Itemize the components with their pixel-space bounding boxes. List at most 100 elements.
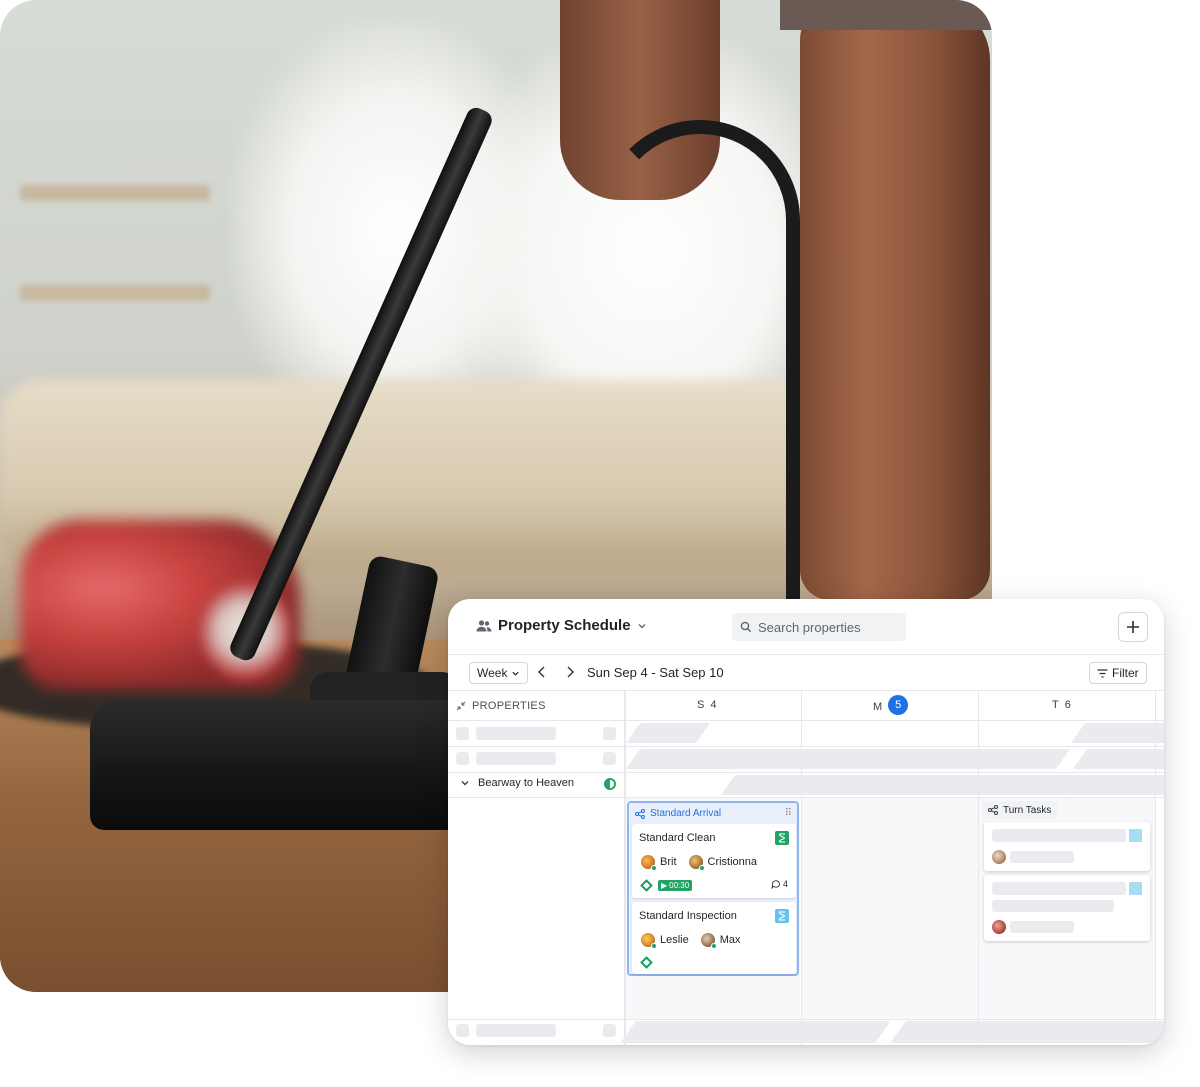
day-date: 4	[710, 699, 717, 711]
plus-icon	[1127, 621, 1139, 633]
properties-header-label: PROPERTIES	[472, 700, 546, 712]
placeholder-title	[992, 829, 1126, 842]
drag-handle-icon[interactable]: ⠿	[785, 808, 792, 819]
play-icon: ▶	[661, 881, 668, 890]
task-group-turn-tasks-header[interactable]: Turn Tasks	[982, 801, 1058, 819]
collapse-icon	[456, 701, 466, 711]
add-button[interactable]	[1118, 612, 1148, 642]
row-divider	[448, 797, 1164, 798]
people-icon	[476, 619, 492, 631]
assignee-name: Cristionna	[707, 856, 758, 868]
date-range: Sun Sep 4 - Sat Sep 10	[587, 665, 724, 680]
day-letter: S	[697, 699, 705, 711]
assignee-name: Leslie	[660, 934, 689, 946]
placeholder-booking	[1072, 749, 1164, 769]
assignee[interactable]: Brit	[641, 855, 677, 871]
day-letter: M	[873, 701, 883, 713]
day-header-sun: S 4	[697, 699, 716, 711]
filter-icon	[1097, 668, 1108, 678]
day-header-mon: M 5	[873, 695, 909, 715]
properties-column	[448, 691, 625, 1045]
avatar	[992, 920, 1006, 934]
placeholder-booking	[625, 723, 711, 743]
top-bar: Property Schedule	[448, 599, 1164, 655]
property-row[interactable]: Bearway to Heaven	[460, 777, 574, 789]
task-type-icon	[1129, 882, 1142, 895]
task-group-title: Standard Arrival	[650, 808, 722, 819]
turn-task-card[interactable]	[984, 822, 1150, 871]
task-group-title: Turn Tasks	[1003, 804, 1052, 816]
avatar	[641, 933, 657, 949]
turn-task-card[interactable]	[984, 875, 1150, 941]
comment-icon	[771, 880, 780, 889]
task-title: Standard Clean	[639, 832, 716, 844]
search-icon	[740, 621, 752, 633]
avatar	[992, 850, 1006, 864]
priority-diamond-icon	[640, 956, 653, 969]
legs	[800, 0, 990, 600]
assignee[interactable]: Max	[700, 933, 741, 949]
task-card-standard-inspection[interactable]: Standard Inspection Leslie Max	[632, 902, 796, 974]
placeholder-property	[476, 1024, 556, 1037]
reservation-bar[interactable]	[720, 775, 1086, 795]
view-select[interactable]: Week	[469, 662, 529, 684]
assignee[interactable]: Cristionna	[688, 855, 758, 871]
wall-shelf	[20, 285, 210, 301]
task-group-standard-arrival[interactable]: Standard Arrival ⠿ Standard Clean Brit C…	[627, 801, 799, 976]
toolbar: Week Sun Sep 4 - Sat Sep 10 Filter	[448, 655, 1164, 691]
task-card-standard-clean[interactable]: Standard Clean Brit Cristionna ▶ 00:30 4	[632, 824, 796, 898]
schedule-title-dropdown[interactable]: Property Schedule	[476, 617, 647, 634]
chevron-left-icon[interactable]	[534, 664, 550, 680]
timer-value: 00:30	[669, 881, 690, 890]
workflow-icon	[988, 805, 998, 815]
online-status	[698, 865, 705, 871]
chevron-right-icon[interactable]	[562, 664, 578, 680]
calendar-header-row: PROPERTIES S 4 M 5 T 6	[448, 691, 1164, 721]
placeholder-checkbox	[456, 727, 469, 740]
priority-diamond-icon	[640, 879, 653, 892]
comments-count[interactable]: 4	[771, 879, 788, 889]
properties-header[interactable]: PROPERTIES	[456, 700, 546, 712]
chevron-down-icon	[512, 671, 520, 676]
task-group-header: Standard Arrival	[635, 808, 721, 819]
grid-line	[801, 691, 802, 1045]
placeholder-assignee	[1010, 921, 1074, 933]
grid-line	[625, 691, 626, 1045]
placeholder-status	[603, 1024, 616, 1037]
hourglass-icon	[775, 909, 789, 923]
day-letter: T	[1052, 699, 1059, 711]
filter-button[interactable]: Filter	[1089, 662, 1147, 684]
avatar	[688, 855, 705, 871]
row-divider	[448, 746, 1164, 747]
assignee-name: Brit	[660, 856, 677, 868]
placeholder-checkbox	[456, 1024, 469, 1037]
placeholder-status	[603, 752, 616, 765]
day-date: 6	[1064, 699, 1071, 711]
online-status	[651, 865, 657, 871]
property-name: Bearway to Heaven	[478, 777, 574, 789]
search-input[interactable]	[758, 619, 898, 635]
reservation-bar[interactable]	[1070, 775, 1164, 795]
row-divider	[448, 1019, 1164, 1020]
placeholder-booking	[625, 749, 1071, 769]
assignee-name: Max	[719, 934, 741, 946]
online-status	[710, 943, 717, 949]
today-date-badge: 5	[888, 695, 909, 715]
wall-shelf	[20, 185, 210, 201]
task-assignees: Brit Cristionna	[641, 855, 758, 871]
chevron-down-icon	[638, 623, 646, 628]
chevron-down-icon[interactable]	[460, 778, 470, 788]
search-box[interactable]	[732, 613, 906, 641]
vacuum-head	[90, 700, 490, 830]
row-divider	[448, 772, 1164, 773]
placeholder-checkbox	[456, 752, 469, 765]
filter-label: Filter	[1112, 666, 1139, 680]
placeholder-booking	[1070, 723, 1164, 743]
online-status	[651, 943, 657, 949]
assignee[interactable]: Leslie	[641, 933, 689, 949]
grid-line	[978, 691, 979, 1045]
task-assignees: Leslie Max	[641, 933, 741, 949]
placeholder-subtitle	[992, 900, 1114, 912]
placeholder-booking	[890, 1021, 1164, 1043]
task-type-icon	[1129, 829, 1142, 842]
